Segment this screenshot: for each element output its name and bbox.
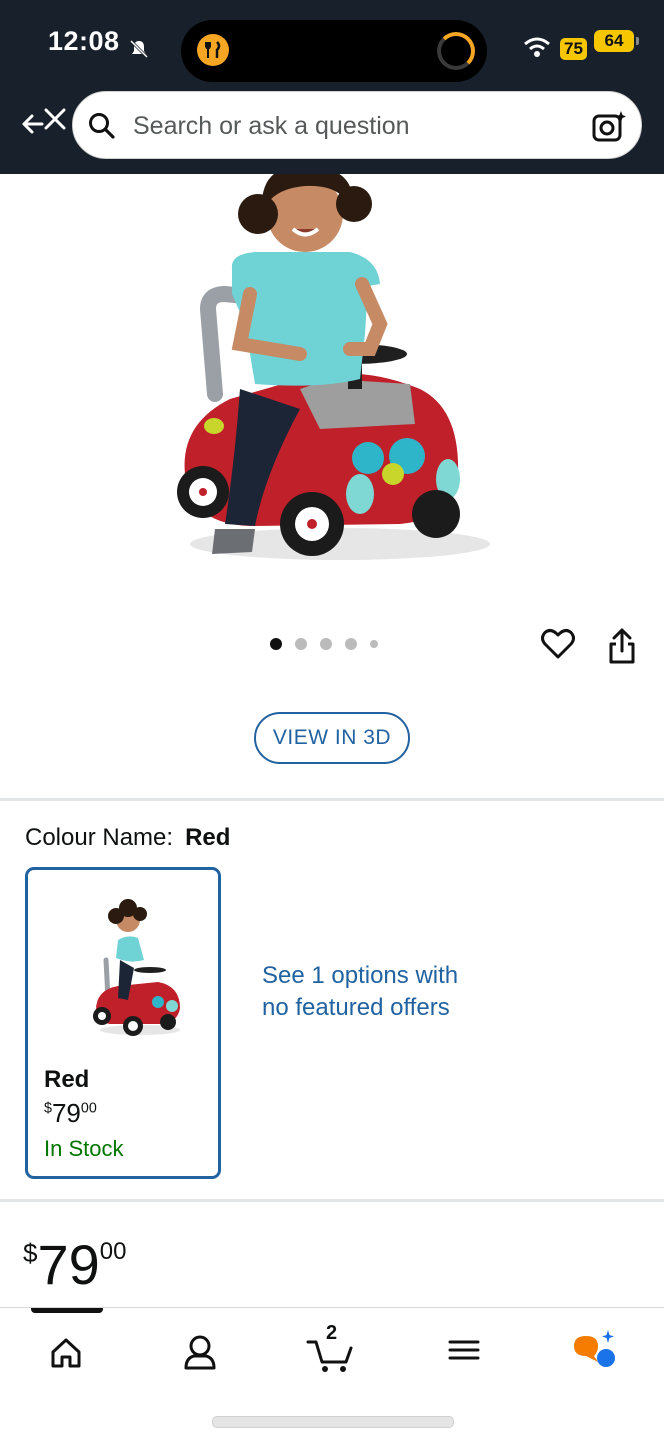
variant-price-whole: 79 [51, 1098, 81, 1128]
wifi-icon [524, 37, 550, 57]
pager-dot[interactable] [320, 638, 332, 650]
active-tab-indicator [31, 1308, 103, 1313]
variant-stock-status: In Stock [44, 1136, 124, 1161]
battery-indicator: 64 [594, 30, 639, 52]
home-indicator[interactable] [212, 1416, 454, 1428]
share-icon[interactable] [604, 626, 640, 666]
variant-price-fraction: 00 [80, 1100, 97, 1117]
colour-value: Red [185, 824, 231, 851]
product-price: $7900 [23, 1232, 126, 1297]
section-divider [0, 798, 664, 801]
dynamic-island [181, 20, 487, 82]
menu-icon[interactable] [434, 1326, 494, 1374]
search-icon [89, 113, 115, 139]
search-bar[interactable]: Search or ask a question [72, 91, 642, 159]
home-icon[interactable] [36, 1326, 96, 1374]
product-image[interactable] [0, 174, 664, 614]
status-badge: 75 [560, 38, 587, 60]
colour-name-label: Colour Name: Red [25, 824, 230, 852]
variant-price: $7900 [44, 1098, 97, 1129]
colour-label-text: Colour Name: [25, 824, 174, 851]
pager-dot[interactable] [370, 640, 378, 648]
cart-count: 2 [326, 1322, 338, 1344]
see-options-link[interactable]: See 1 options with no featured offers [262, 960, 462, 1024]
price-currency: $ [23, 1238, 38, 1268]
app-header: 12:08 75 64 Search or ask a question [0, 0, 664, 174]
cart-button[interactable]: 2 [302, 1322, 362, 1374]
pager-dot[interactable] [295, 638, 307, 650]
variant-price-currency: $ [44, 1100, 52, 1117]
variant-thumbnail [93, 899, 180, 1036]
camera-search-icon[interactable] [591, 108, 627, 144]
pager-dot[interactable] [270, 638, 282, 650]
section-divider [0, 1199, 664, 1202]
status-time: 12:08 [48, 26, 120, 56]
food-app-icon [197, 34, 229, 66]
price-whole: 79 [37, 1233, 100, 1296]
pager-dot[interactable] [345, 638, 357, 650]
price-fraction: 00 [99, 1238, 127, 1265]
variant-title: Red [44, 1066, 90, 1093]
colour-option-card-red[interactable]: Red $7900 In Stock [25, 867, 221, 1179]
view-in-3d-button[interactable]: VIEW IN 3D [254, 712, 410, 764]
silent-bell-icon [129, 39, 149, 59]
progress-ring-icon [437, 32, 475, 70]
account-icon[interactable] [170, 1326, 230, 1374]
back-close-icon[interactable] [20, 104, 70, 140]
wishlist-heart-icon[interactable] [540, 626, 576, 662]
image-pager[interactable] [270, 638, 378, 650]
rufus-assistant-icon[interactable] [566, 1326, 626, 1374]
search-input[interactable]: Search or ask a question [133, 112, 410, 141]
